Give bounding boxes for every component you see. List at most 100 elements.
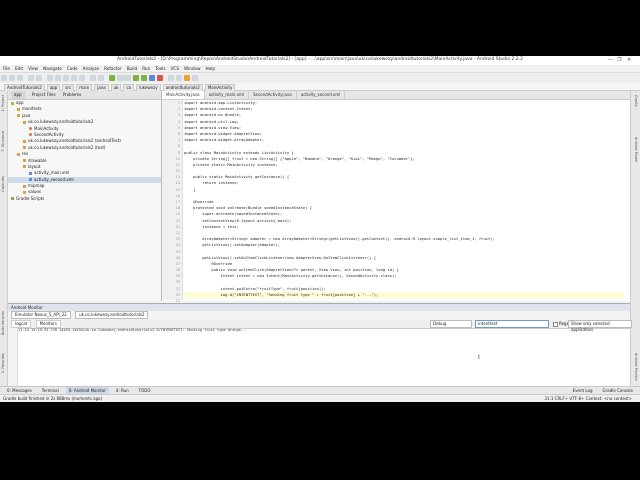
problems-tab[interactable]: Problems [63, 91, 81, 99]
android-model-tool-tab[interactable]: Android Model [634, 137, 638, 162]
stop-icon[interactable] [157, 75, 163, 81]
tree-item-label: Gradle Scripts [16, 195, 45, 201]
android-monitor-tool-tab[interactable]: Android Monitor [634, 353, 638, 381]
paste-icon[interactable] [63, 75, 69, 81]
undo-icon[interactable] [28, 75, 34, 81]
menu-item-analyze[interactable]: Analyze [83, 65, 100, 73]
tree-item-label: uk.co.lukewezy.androidtutorials2 (test) [28, 144, 106, 150]
menu-item-help[interactable]: Help [206, 65, 216, 73]
close-button[interactable]: ✕ [627, 57, 631, 63]
project-tool-tab[interactable]: 1: Project [1, 95, 5, 112]
menu-item-edit[interactable]: Edit [15, 65, 23, 73]
folder-icon [23, 159, 26, 163]
left-tool-strip: 1: Project 7: Structure Captures Build V… [0, 91, 8, 386]
cut-icon[interactable] [47, 75, 53, 81]
editor-tab[interactable]: MainActivity.java [162, 91, 205, 99]
tree-item-label: uk.co.lukewezy.androidtutorials2 (androi… [28, 138, 121, 144]
folder-icon [23, 190, 26, 194]
code-area[interactable]: import android.app.ListActivity; import a… [184, 100, 624, 309]
project-files-tab[interactable]: Project Files [32, 91, 56, 99]
tree-item-label: app [16, 100, 24, 105]
sync-icon[interactable] [17, 75, 23, 81]
tree-item-label: res [22, 151, 29, 157]
project-panel-header: app Project Files Problems [8, 91, 161, 100]
copy-icon[interactable] [55, 75, 61, 81]
android-monitor-icon[interactable] [184, 75, 190, 81]
filter-select[interactable]: Show only selected application [568, 320, 632, 332]
menu-item-file[interactable]: File [3, 65, 10, 73]
debug-icon[interactable] [141, 75, 147, 81]
gradle-tool-tab[interactable]: Gradle [634, 95, 638, 107]
log-search-input[interactable]: intenttest [475, 320, 549, 328]
save-icon[interactable] [9, 75, 15, 81]
menu-item-run[interactable]: Run [142, 65, 150, 73]
folder-icon [17, 114, 20, 118]
menu-item-window[interactable]: Window [184, 65, 201, 73]
favorites-tool-tab[interactable]: 2: Favorites [1, 353, 5, 373]
sdk-manager-icon[interactable] [176, 75, 182, 81]
project-panel: app Project Files Problems app manifests j… [8, 91, 162, 301]
maximize-button[interactable]: ❐ [617, 57, 621, 63]
process-dropdown[interactable]: uk.co.lukewezy.androidtutorials2 [75, 311, 149, 319]
menu-item-code[interactable]: Code [67, 65, 78, 73]
device-dropdown[interactable]: Emulator Nexus_5_API_22 [11, 311, 71, 319]
tree-item[interactable]: Gradle Scripts [8, 196, 161, 202]
folder-icon [17, 152, 20, 156]
text-cursor-icon: I [478, 354, 480, 361]
folder-icon [17, 107, 20, 111]
redo-icon[interactable] [36, 75, 42, 81]
editor-tab[interactable]: activity_second.xml [297, 91, 346, 99]
tree-item-label: SecondActivity [34, 131, 64, 137]
logcat-tab[interactable]: logcat [11, 320, 32, 328]
project-view-dropdown[interactable]: app [11, 91, 25, 99]
attach-debugger-icon[interactable] [149, 75, 155, 81]
folder-icon [23, 139, 26, 143]
captures-tool-tab[interactable]: Captures [1, 176, 5, 192]
forward-icon[interactable] [98, 75, 104, 81]
tree-item-label: activity_second.xml [34, 176, 74, 182]
open-icon[interactable] [1, 75, 7, 81]
logcat-side-toolbar [8, 328, 18, 386]
xml-icon [29, 171, 32, 175]
right-tool-strip: Gradle Android Model Android Monitor [630, 91, 640, 386]
help-icon[interactable] [192, 75, 198, 81]
replace-icon[interactable] [79, 75, 85, 81]
tree-item-label: drawable [28, 157, 47, 163]
run-icon[interactable] [133, 75, 139, 81]
run-config-dropdown[interactable] [117, 75, 131, 81]
make-icon[interactable] [109, 75, 115, 81]
minimize-button[interactable]: — [608, 57, 613, 63]
build-variants-tool-tab[interactable]: Build Variants [1, 311, 5, 335]
breadcrumb: AndroidTutorials2 app src main java uk co lukew… [0, 83, 640, 92]
menu-bar: File Edit View Navigate Code Analyze Refactor B… [0, 65, 640, 73]
menu-item-vcs[interactable]: VCS [171, 65, 179, 73]
window-title: AndroidTutorials2 - [D:\Programming\Repo… [117, 57, 523, 62]
monitors-tab[interactable]: Monitors [35, 320, 61, 328]
line-number-gutter: 1 2 3 4 5 6 7 8 9 10 11 12 13 14 15 16 17 18 19 20 21 22 23 24 2… [162, 100, 183, 309]
folder-icon [23, 165, 26, 169]
folder-icon [23, 120, 26, 124]
folder-icon [23, 146, 26, 150]
java-icon [29, 127, 32, 131]
editor-tab[interactable]: activity_main.xml [205, 91, 249, 99]
menu-item-navigate[interactable]: Navigate [43, 65, 62, 73]
menu-item-build[interactable]: Build [127, 65, 138, 73]
project-tree: app manifests java uk.co.lukewezy.androidtu… [8, 100, 161, 202]
xml-icon [29, 178, 32, 182]
log-line: 11-14 15:19:32.749 14494-14494/uk.co.luk… [18, 328, 248, 332]
android-studio-window: AndroidTutorials2 - [D:\Programming\Repo… [0, 56, 640, 423]
menu-item-view[interactable]: View [28, 65, 38, 73]
log-level-select[interactable]: Debug [430, 320, 472, 328]
tree-item-label: layout [28, 163, 41, 169]
back-icon[interactable] [90, 75, 96, 81]
avd-manager-icon[interactable] [168, 75, 174, 81]
menu-item-refactor[interactable]: Refactor [104, 65, 122, 73]
find-icon[interactable] [71, 75, 77, 81]
structure-tool-tab[interactable]: 7: Structure [1, 131, 5, 152]
editor-tab[interactable]: SecondActivity.java [249, 91, 297, 99]
logcat-output[interactable]: 11-14 15:19:32.749 14494-14494/uk.co.luk… [18, 328, 628, 386]
menu-item-tools[interactable]: Tools [155, 65, 165, 73]
tree-item-label: activity_main.xml [34, 170, 70, 176]
java-icon [29, 133, 32, 137]
tree-item-label: mipmap [28, 183, 45, 189]
